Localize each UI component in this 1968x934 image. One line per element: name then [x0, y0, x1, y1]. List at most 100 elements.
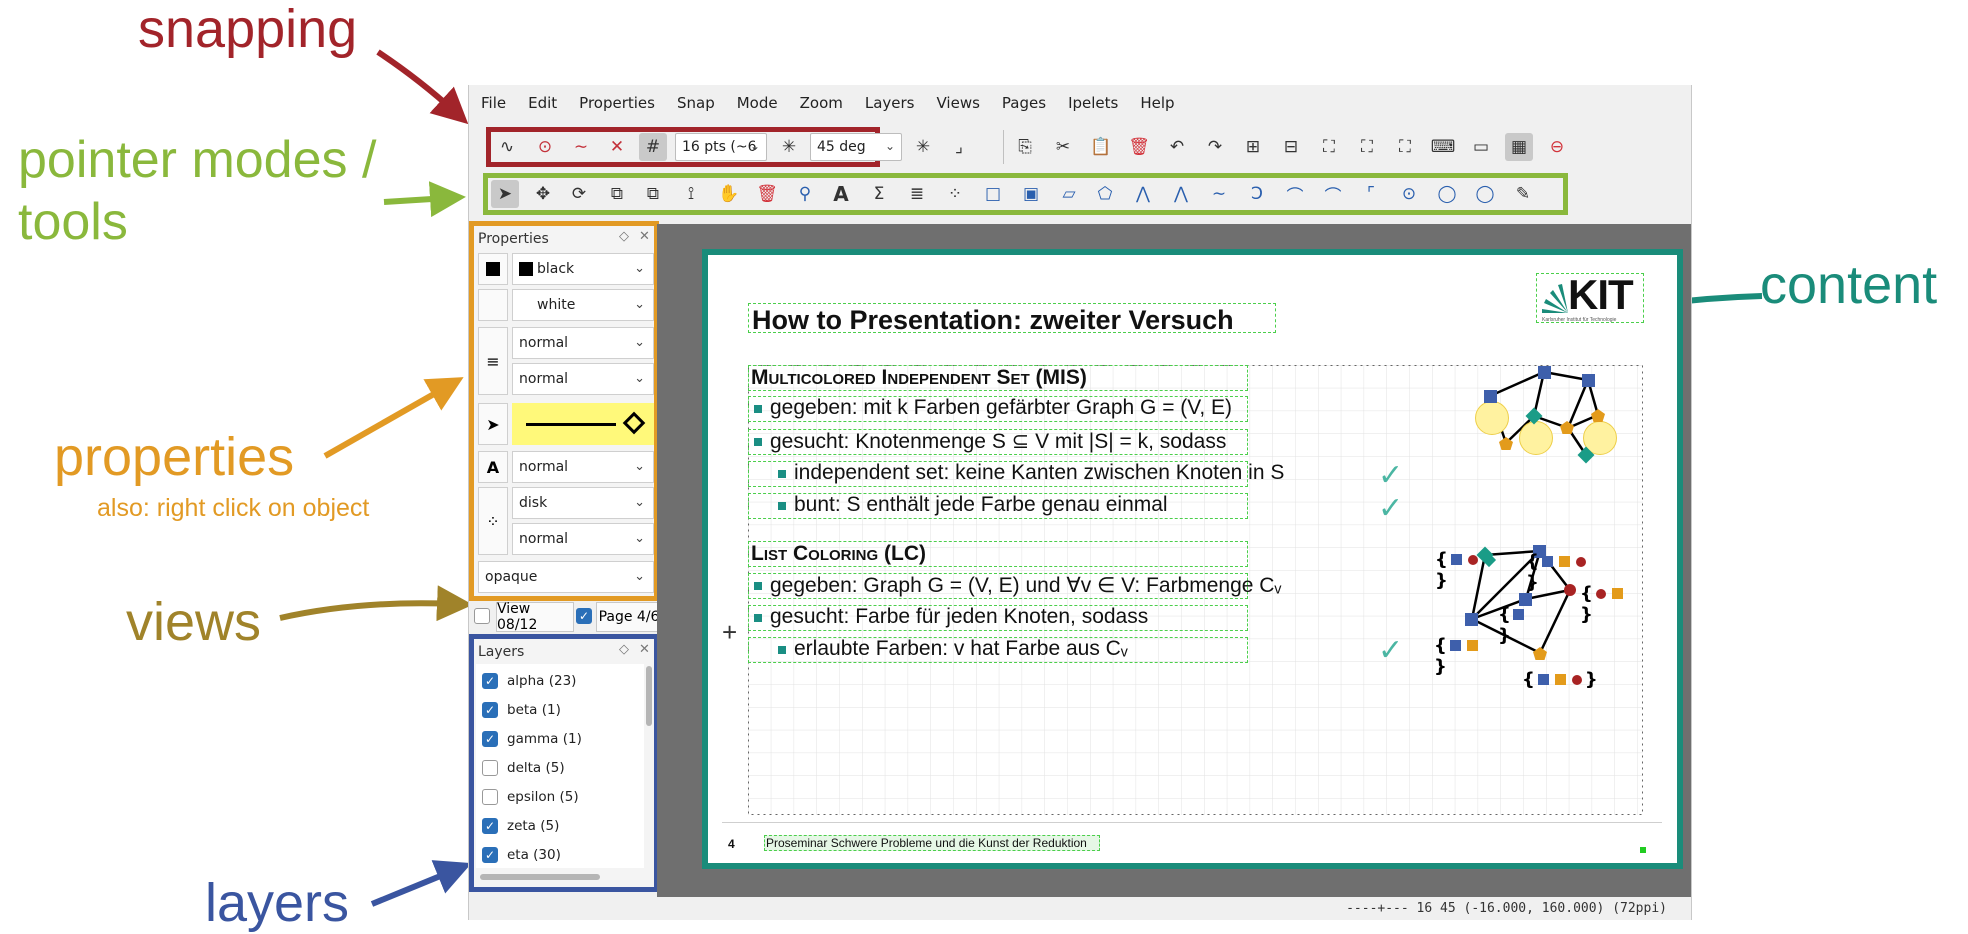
graph-node	[1538, 366, 1551, 379]
arc-mode-icon[interactable]: ⌒	[1281, 180, 1309, 208]
highlight-halo	[1475, 401, 1509, 435]
s2-sought: gesucht: Farbe für jeden Knoten, sodass	[770, 605, 1149, 628]
s1-sub1: independent set: keine Kanten zwischen K…	[794, 461, 1285, 484]
zoom-out-icon[interactable]: ⊟	[1277, 133, 1305, 161]
mode-toolbar: ➤ ✥ ⟳ ⧉ ⧉ ⟟ ✋ 🗑 ⚲ A Σ ≣ ⁘ □ ▣ ▱ ⬠ ⋀ ⋀ ∼ …	[469, 173, 1691, 221]
menu-file[interactable]: File	[481, 94, 506, 112]
trash-mode-icon[interactable]: 🗑	[753, 180, 781, 208]
circle2-mode-icon[interactable]: ◯	[1433, 180, 1461, 208]
polyline-mode-icon[interactable]: ⋀	[1167, 180, 1195, 208]
snap-center-icon[interactable]: ⊙	[531, 133, 559, 161]
snap-vertex-icon[interactable]: ∿	[493, 133, 521, 161]
menu-pages[interactable]: Pages	[1002, 94, 1046, 112]
color-list-5: {}	[1434, 635, 1492, 677]
footer-divider	[722, 822, 1662, 823]
graph-node	[1465, 613, 1478, 626]
layers-highlight	[469, 634, 659, 892]
math-mode-icon[interactable]: Σ	[865, 180, 893, 208]
snap-custom-icon[interactable]: ⌟	[945, 133, 973, 161]
bullet-icon	[754, 438, 762, 446]
kit-logo: KIT	[1568, 271, 1634, 318]
menu-views[interactable]: Views	[937, 94, 980, 112]
views-bar: View 08/12 ✓ Page 4/6	[474, 600, 662, 633]
view-button[interactable]: View 08/12	[496, 601, 574, 633]
snap-grid-icon[interactable]: #	[639, 133, 667, 161]
snap-angular-icon[interactable]: ✳	[775, 133, 803, 161]
shear-mode-icon[interactable]: ⧉	[639, 180, 667, 208]
highlight-halo	[1519, 421, 1553, 455]
checkmark-icon: ✓	[1378, 458, 1404, 493]
paragraph-mode-icon[interactable]: ≣	[903, 180, 931, 208]
circle-mode-icon[interactable]: ⊙	[1395, 180, 1423, 208]
graph-node	[1582, 374, 1595, 387]
arc3-mode-icon[interactable]: ⌜	[1357, 180, 1385, 208]
translate-mode-icon[interactable]: ✥	[529, 180, 557, 208]
stretch-mode-icon[interactable]: ⧉	[603, 180, 631, 208]
rectangle-mode-icon[interactable]: □	[979, 180, 1007, 208]
keyboard-icon[interactable]: ⌨	[1429, 133, 1457, 161]
snap-autoangle-icon[interactable]: ✳	[909, 133, 937, 161]
color-list-2: {}	[1526, 551, 1600, 593]
pan-mode-icon[interactable]: ✋	[715, 180, 743, 208]
menu-ipelets[interactable]: Ipelets	[1068, 94, 1118, 112]
circle3-mode-icon[interactable]: ◯	[1471, 180, 1499, 208]
arrow-snapping	[376, 49, 469, 125]
ink-mode-icon[interactable]: ✎	[1509, 180, 1537, 208]
copy-icon[interactable]: ⎘	[1011, 133, 1039, 161]
label-mode-icon[interactable]: A	[827, 180, 855, 208]
menu-snap[interactable]: Snap	[677, 94, 715, 112]
snap-boundary-icon[interactable]: ∼	[567, 133, 595, 161]
polygon-mode-icon[interactable]: ⬠	[1091, 180, 1119, 208]
select-mode-icon[interactable]: ➤	[491, 180, 519, 208]
menu-edit[interactable]: Edit	[528, 94, 557, 112]
fit-objects-icon[interactable]: ⛶	[1353, 133, 1381, 161]
rotate-mode-icon[interactable]: ⟳	[565, 180, 593, 208]
graph-mode-icon[interactable]: ⟟	[677, 180, 705, 208]
menu-zoom[interactable]: Zoom	[800, 94, 843, 112]
bullet-icon	[754, 405, 762, 413]
redo-icon[interactable]: ↷	[1201, 133, 1229, 161]
zoom-in-icon[interactable]: ⊞	[1239, 133, 1267, 161]
status-bar: ----+--- 16 45 (-16.000, 160.000) (72ppi…	[657, 897, 1691, 920]
section2-heading: List Coloring (LC)	[751, 542, 926, 565]
marks-mode-icon[interactable]: ⁘	[941, 180, 969, 208]
page-marked-checkbox[interactable]: ✓	[576, 608, 592, 624]
toggle-icon[interactable]: ▭	[1467, 133, 1495, 161]
fit-selection-icon[interactable]: ⛶	[1315, 133, 1343, 161]
bullet-icon	[754, 582, 762, 590]
arc2-mode-icon[interactable]: ⌒	[1319, 180, 1347, 208]
menu-mode[interactable]: Mode	[737, 94, 778, 112]
box-mode-icon[interactable]: ▣	[1017, 180, 1045, 208]
toolbar-separator	[1003, 130, 1004, 164]
cut-icon[interactable]: ✂	[1049, 133, 1077, 161]
grid-visible-icon[interactable]: ▦	[1505, 133, 1533, 161]
spline-mode-icon[interactable]: ∼	[1205, 180, 1233, 208]
kit-logo-subtitle: Karlsruher Institut für Technologie	[1542, 317, 1617, 323]
line-mode-icon[interactable]: ⋀	[1129, 180, 1157, 208]
splinegon-mode-icon[interactable]: Ↄ	[1243, 180, 1271, 208]
parallelogram-mode-icon[interactable]: ▱	[1055, 180, 1083, 208]
fit-page-icon[interactable]: ⛶	[1391, 133, 1419, 161]
delete-icon[interactable]: 🗑	[1125, 133, 1153, 161]
bullet-icon	[778, 646, 786, 654]
arrow-layers	[370, 860, 472, 907]
chevron-down-icon: ⌄	[749, 139, 760, 153]
menu-properties[interactable]: Properties	[579, 94, 655, 112]
snap-intersection-icon[interactable]: ✕	[603, 133, 631, 161]
undo-icon[interactable]: ↶	[1163, 133, 1191, 161]
pipette-icon[interactable]: ⚲	[791, 180, 819, 208]
s1-sub2: bunt: S enthält jede Farbe genau einmal	[794, 493, 1168, 516]
color-list-3: {}	[1498, 604, 1532, 646]
page-button[interactable]: Page 4/6	[596, 602, 662, 632]
menu-layers[interactable]: Layers	[865, 94, 915, 112]
status-coordinates: ----+--- 16 45 (-16.000, 160.000) (72ppi…	[1346, 901, 1667, 916]
main-toolbar: ∿ ⊙ ∼ ✕ # 16 pts (~6 ⌄ ✳ 45 deg ⌄ ✳ ⌟ ⎘ ✂ …	[469, 121, 1691, 173]
slide-title: How to Presentation: zweiter Versuch	[752, 305, 1234, 335]
angle-size-select[interactable]: 45 deg ⌄	[810, 133, 902, 161]
view-marked-checkbox[interactable]	[474, 608, 490, 624]
menu-help[interactable]: Help	[1140, 94, 1174, 112]
slide-page[interactable]: How to Presentation: zweiter Versuch KIT…	[702, 249, 1683, 869]
grid-size-select[interactable]: 16 pts (~6 ⌄	[675, 133, 767, 161]
paste-icon[interactable]: 📋	[1087, 133, 1115, 161]
stop-icon[interactable]: ⊖	[1543, 133, 1571, 161]
